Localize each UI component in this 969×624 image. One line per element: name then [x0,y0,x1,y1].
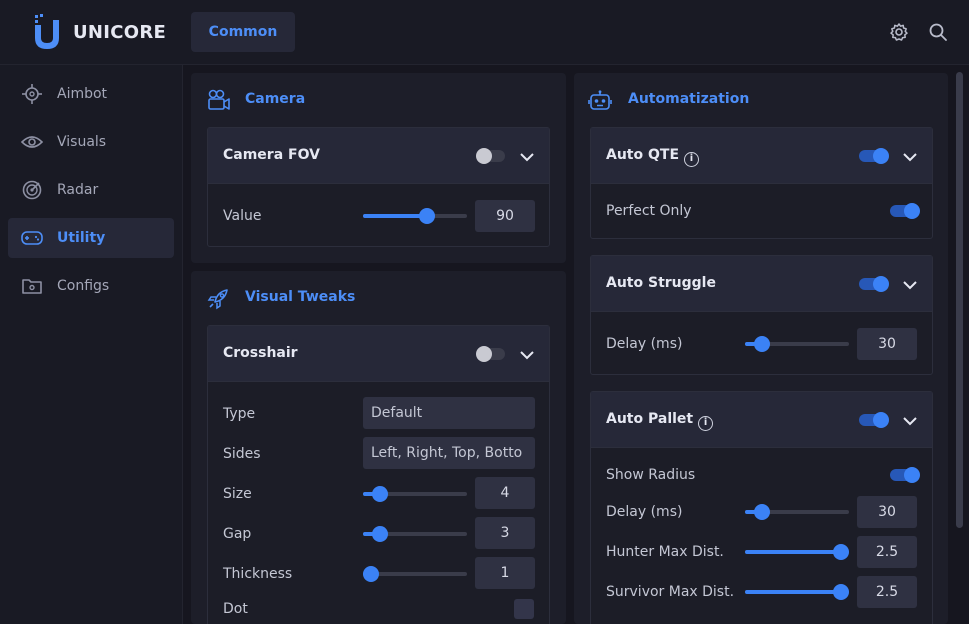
survivor-max-dist-label: Survivor Max Dist. [606,584,735,600]
rocket-icon [207,289,228,310]
thickness-slider[interactable] [363,566,467,582]
sidebar-item-aimbot[interactable]: Aimbot [8,74,174,114]
chevron-down-icon[interactable] [903,416,917,426]
search-icon[interactable] [928,22,948,42]
automatization-section: Automatization Auto QTE i Perfect Only Au… [574,73,948,624]
auto-struggle-card: Auto Struggle Delay (ms) 30 [590,255,933,375]
fov-slider[interactable] [363,208,467,224]
gap-value-input[interactable]: 3 [475,517,535,549]
crosshair-card: Crosshair Type Default Sides Left, Right… [207,325,550,624]
crosshair-toggle[interactable] [476,346,505,362]
automatization-title: Automatization [628,91,750,107]
camera-icon [208,89,230,110]
camera-fov-title: Camera FOV [223,147,320,163]
folder-icon [22,279,42,294]
sidebar-item-label: Visuals [57,134,107,150]
sides-select[interactable]: Left, Right, Top, Botto [363,437,535,469]
sidebar-item-configs[interactable]: Configs [8,266,174,306]
sidebar-item-visuals[interactable]: Visuals [8,122,174,162]
camera-fov-header[interactable]: Camera FOV [208,128,549,184]
brand-name: UNICORE [73,22,167,43]
eye-icon [21,136,43,148]
auto-struggle-title: Auto Struggle [606,275,716,291]
auto-pallet-toggle[interactable] [859,412,889,428]
sides-label: Sides [223,446,261,462]
survivor-max-dist-slider[interactable] [745,584,849,600]
camera-fov-toggle[interactable] [476,148,505,164]
sidebar-item-label: Radar [57,182,99,198]
radar-icon [22,180,42,200]
auto-qte-toggle[interactable] [859,148,889,164]
camera-title: Camera [245,91,306,107]
type-label: Type [223,406,256,422]
type-select[interactable]: Default [363,397,535,429]
auto-qte-header[interactable]: Auto QTE i [591,128,932,184]
fov-value-label: Value [223,208,262,224]
struggle-delay-input[interactable]: 30 [857,328,917,360]
size-value-input[interactable]: 4 [475,477,535,509]
chevron-down-icon[interactable] [903,152,917,162]
auto-pallet-card: Auto Pallet i Show Radius Delay (ms) 30 H… [590,391,933,624]
sidebar-item-label: Utility [57,230,106,246]
size-slider[interactable] [363,486,467,502]
hunter-max-dist-label: Hunter Max Dist. [606,544,724,560]
crosshair-icon [22,84,42,104]
crosshair-header[interactable]: Crosshair [208,326,549,382]
auto-struggle-header[interactable]: Auto Struggle [591,256,932,312]
info-icon[interactable]: i [684,152,700,167]
auto-pallet-header[interactable]: Auto Pallet i [591,392,932,448]
gap-label: Gap [223,526,252,542]
crosshair-title: Crosshair [223,345,298,361]
scrollbar-thumb[interactable] [956,72,963,528]
pallet-delay-slider[interactable] [745,504,849,520]
gap-slider[interactable] [363,526,467,542]
robot-icon [588,90,612,110]
sidebar-item-label: Aimbot [57,86,108,102]
chevron-down-icon[interactable] [903,280,917,290]
sidebar-item-utility[interactable]: Utility [8,218,174,258]
gear-icon[interactable] [889,22,909,42]
camera-fov-card: Camera FOV Value 90 [207,127,550,247]
struggle-delay-label: Delay (ms) [606,336,683,352]
chevron-down-icon[interactable] [520,350,534,360]
auto-struggle-toggle[interactable] [859,276,889,292]
info-icon[interactable]: i [698,416,714,431]
dot-checkbox[interactable] [514,599,534,619]
auto-qte-card: Auto QTE i Perfect Only [590,127,933,239]
gamepad-icon [21,231,43,245]
pallet-delay-input[interactable]: 30 [857,496,917,528]
perfect-only-label: Perfect Only [606,203,692,219]
auto-pallet-title-text: Auto Pallet [606,411,694,427]
visual-tweaks-title: Visual Tweaks [245,289,356,305]
show-radius-toggle[interactable] [890,467,920,483]
sidebar-item-radar[interactable]: Radar [8,170,174,210]
top-bar: UNICORE Common [0,0,969,65]
perfect-only-toggle[interactable] [890,203,920,219]
fov-value-input[interactable]: 90 [475,200,535,232]
sidebar: Aimbot Visuals Radar Utility Configs [0,65,183,624]
hunter-max-dist-input[interactable]: 2.5 [857,536,917,568]
auto-pallet-title: Auto Pallet i [606,411,714,431]
survivor-max-dist-input[interactable]: 2.5 [857,576,917,608]
show-radius-label: Show Radius [606,467,696,483]
struggle-delay-slider[interactable] [745,336,849,352]
visual-tweaks-section: Visual Tweaks Crosshair Type Default Sid… [191,271,566,624]
auto-qte-title: Auto QTE i [606,147,700,167]
unicore-logo-icon [35,14,59,49]
thickness-value-input[interactable]: 1 [475,557,535,589]
camera-section: Camera Camera FOV Value 90 [191,73,566,263]
hunter-max-dist-slider[interactable] [745,544,849,560]
tab-common[interactable]: Common [191,12,295,52]
sidebar-item-label: Configs [57,278,110,294]
dot-label: Dot [223,601,248,617]
thickness-label: Thickness [223,566,293,582]
size-label: Size [223,486,252,502]
chevron-down-icon[interactable] [520,152,534,162]
pallet-delay-label: Delay (ms) [606,504,683,520]
auto-qte-title-text: Auto QTE [606,147,680,163]
